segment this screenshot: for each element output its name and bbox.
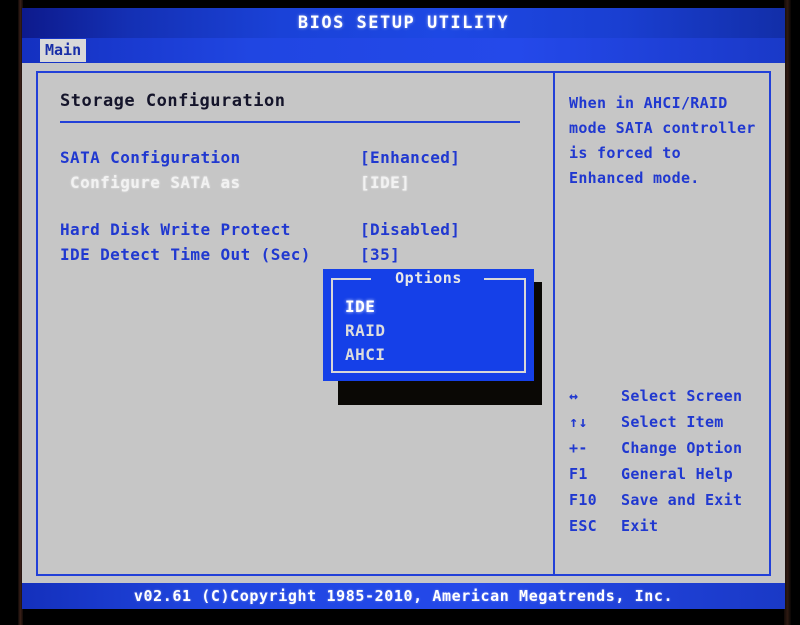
legend-action: Save and Exit xyxy=(621,487,742,513)
setting-label: SATA Configuration xyxy=(60,145,360,170)
setting-label: Hard Disk Write Protect xyxy=(60,217,360,242)
tab-main[interactable]: Main xyxy=(40,39,86,62)
help-panel: When in AHCI/RAID mode SATA controller i… xyxy=(555,73,769,574)
legend-row-exit: ESC Exit xyxy=(569,513,769,539)
legend-row-save-and-exit: F10 Save and Exit xyxy=(569,487,769,513)
monitor-bezel-right xyxy=(784,0,791,625)
up-down-arrow-icon: ↑↓ xyxy=(569,409,621,435)
setting-value: [Enhanced] xyxy=(360,145,460,170)
section-divider xyxy=(60,121,520,123)
legend-action: Select Item xyxy=(621,409,724,435)
f10-key-icon: F10 xyxy=(569,487,621,513)
option-item-ahci[interactable]: AHCI xyxy=(345,345,386,365)
bios-screen: BIOS SETUP UTILITY Main Storage Configur… xyxy=(22,8,785,609)
key-legend: ↔ Select Screen ↑↓ Select Item +- Change… xyxy=(569,383,769,539)
row-spacer xyxy=(60,195,533,217)
option-item-raid[interactable]: RAID xyxy=(345,321,386,341)
legend-action: Select Screen xyxy=(621,383,742,409)
setting-row-configure-sata-as[interactable]: Configure SATA as [IDE] xyxy=(60,170,533,195)
setting-value: [35] xyxy=(360,242,400,267)
option-item-ide[interactable]: IDE xyxy=(345,297,375,317)
legend-row-select-screen: ↔ Select Screen xyxy=(569,383,769,409)
left-right-arrow-icon: ↔ xyxy=(569,383,621,409)
copyright-text: v02.61 (C)Copyright 1985-2010, American … xyxy=(134,587,673,605)
help-text: When in AHCI/RAID mode SATA controller i… xyxy=(569,91,761,191)
tab-main-label: Main xyxy=(45,41,81,59)
setting-row-sata-configuration[interactable]: SATA Configuration [Enhanced] xyxy=(60,145,533,170)
monitor-photo: BIOS SETUP UTILITY Main Storage Configur… xyxy=(0,0,800,625)
esc-key-icon: ESC xyxy=(569,513,621,539)
setting-label: IDE Detect Time Out (Sec) xyxy=(60,242,360,267)
legend-action: General Help xyxy=(621,461,733,487)
options-dialog[interactable]: Options IDE RAID AHCI xyxy=(323,269,534,381)
setting-value: [Disabled] xyxy=(360,217,460,242)
legend-action: Change Option xyxy=(621,435,742,461)
legend-row-select-item: ↑↓ Select Item xyxy=(569,409,769,435)
options-dialog-title: Options xyxy=(323,269,534,288)
setting-label: Configure SATA as xyxy=(60,170,360,195)
legend-action: Exit xyxy=(621,513,658,539)
setting-row-ide-detect-time-out[interactable]: IDE Detect Time Out (Sec) [35] xyxy=(60,242,533,267)
page-title: BIOS SETUP UTILITY xyxy=(298,13,509,33)
bios-title-bar: BIOS SETUP UTILITY xyxy=(22,8,785,38)
legend-row-change-option: +- Change Option xyxy=(569,435,769,461)
setting-row-hard-disk-write-protect[interactable]: Hard Disk Write Protect [Disabled] xyxy=(60,217,533,242)
plus-minus-icon: +- xyxy=(569,435,621,461)
footer-bar: v02.61 (C)Copyright 1985-2010, American … xyxy=(22,583,785,609)
setting-value: [IDE] xyxy=(360,170,410,195)
f1-key-icon: F1 xyxy=(569,461,621,487)
legend-row-general-help: F1 General Help xyxy=(569,461,769,487)
menu-bar: Main xyxy=(22,38,785,63)
section-heading: Storage Configuration xyxy=(60,91,533,111)
